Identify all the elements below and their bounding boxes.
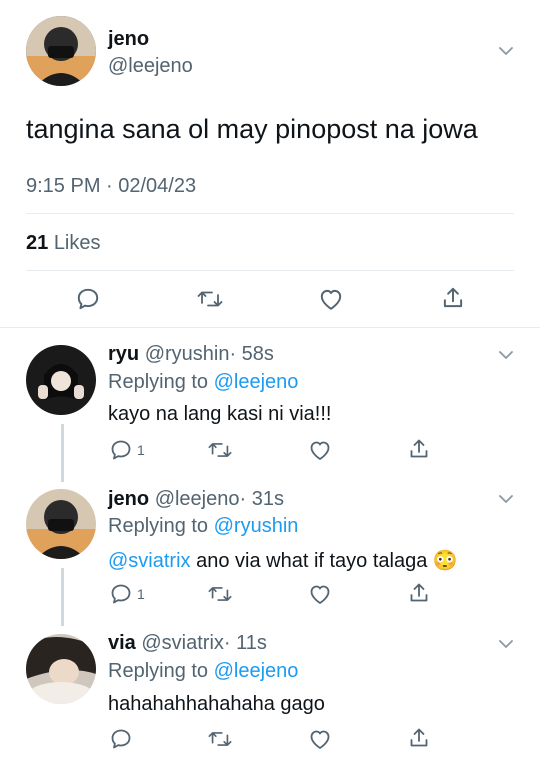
comment-icon[interactable] [109, 582, 133, 606]
replying-to: Replying to @leejeno [108, 660, 298, 683]
likes-stat[interactable]: 21 Likes [26, 232, 101, 255]
replying-to-handle[interactable]: @ryushin [214, 515, 299, 537]
avatar-image [26, 16, 96, 86]
share-icon[interactable] [440, 285, 466, 311]
avatar-image [26, 634, 96, 704]
reply-time[interactable]: · 11s [224, 632, 267, 654]
share-icon[interactable] [407, 726, 431, 750]
author-handle[interactable]: @leejeno [108, 55, 193, 78]
comment-icon[interactable] [75, 286, 101, 312]
like-icon[interactable] [308, 583, 332, 605]
avatar[interactable] [26, 16, 96, 86]
retweet-icon[interactable] [207, 727, 233, 751]
thread-line [61, 424, 64, 482]
reply-header: ryu @ryushin· 58s [108, 343, 274, 366]
reply-count: 1 [137, 586, 145, 602]
divider [26, 270, 514, 271]
reply-author-handle[interactable]: @ryushin [145, 343, 230, 365]
reply-text-body: ano via what if tayo talaga [190, 550, 428, 572]
tweet-timestamp[interactable]: 9:15 PM · 02/04/23 [26, 175, 196, 198]
reply-header: via @sviatrix· 11s [108, 632, 267, 655]
likes-count: 21 [26, 232, 49, 254]
like-icon[interactable] [308, 439, 332, 461]
likes-label: Likes [53, 232, 101, 254]
mention-link[interactable]: @sviatrix [108, 550, 191, 572]
avatar[interactable] [26, 345, 96, 415]
replying-to-label: Replying to [108, 660, 209, 682]
reply-author-name[interactable]: jeno [108, 488, 149, 510]
tweet-text: tangina sana ol may pinopost na jowa [26, 114, 478, 144]
reply-author-name[interactable]: ryu [108, 343, 139, 365]
reply-count: 1 [137, 442, 145, 458]
reply-text: hahahahhahahaha gago [108, 693, 325, 715]
avatar[interactable] [26, 489, 96, 559]
like-icon[interactable] [318, 287, 344, 311]
reply-text: @sviatrix ano via what if tayo talaga 😳 [108, 548, 458, 573]
avatar-image [26, 345, 96, 415]
replying-to: Replying to @ryushin [108, 515, 298, 538]
replying-to-label: Replying to [108, 371, 209, 393]
retweet-icon[interactable] [207, 438, 233, 462]
divider [26, 213, 514, 214]
like-icon[interactable] [308, 728, 332, 750]
divider [0, 327, 540, 328]
replying-to-handle[interactable]: @leejeno [214, 660, 299, 682]
replying-to: Replying to @leejeno [108, 371, 298, 394]
chevron-down-icon[interactable] [496, 634, 516, 654]
replying-to-label: Replying to [108, 515, 209, 537]
chevron-down-icon[interactable] [496, 345, 516, 365]
reply-author-name[interactable]: via [108, 632, 136, 654]
reply-author-handle[interactable]: @sviatrix [141, 632, 224, 654]
retweet-icon[interactable] [196, 286, 224, 312]
reply-time[interactable]: · 31s [240, 488, 284, 510]
chevron-down-icon[interactable] [496, 41, 516, 61]
reply-time[interactable]: · 58s [229, 343, 273, 365]
replying-to-handle[interactable]: @leejeno [214, 371, 299, 393]
thread-line [61, 568, 64, 626]
reply-text: kayo na lang kasi ni via!!! [108, 403, 332, 425]
avatar-image [26, 489, 96, 559]
avatar[interactable] [26, 634, 96, 704]
comment-icon[interactable] [109, 727, 133, 751]
comment-icon[interactable] [109, 438, 133, 462]
author-name[interactable]: jeno [108, 28, 149, 51]
chevron-down-icon[interactable] [496, 489, 516, 509]
reply-header: jeno @leejeno· 31s [108, 488, 284, 511]
share-icon[interactable] [407, 581, 431, 605]
flushed-emoji: 😳 [432, 550, 458, 572]
share-icon[interactable] [407, 437, 431, 461]
reply-author-handle[interactable]: @leejeno [155, 488, 240, 510]
retweet-icon[interactable] [207, 582, 233, 606]
